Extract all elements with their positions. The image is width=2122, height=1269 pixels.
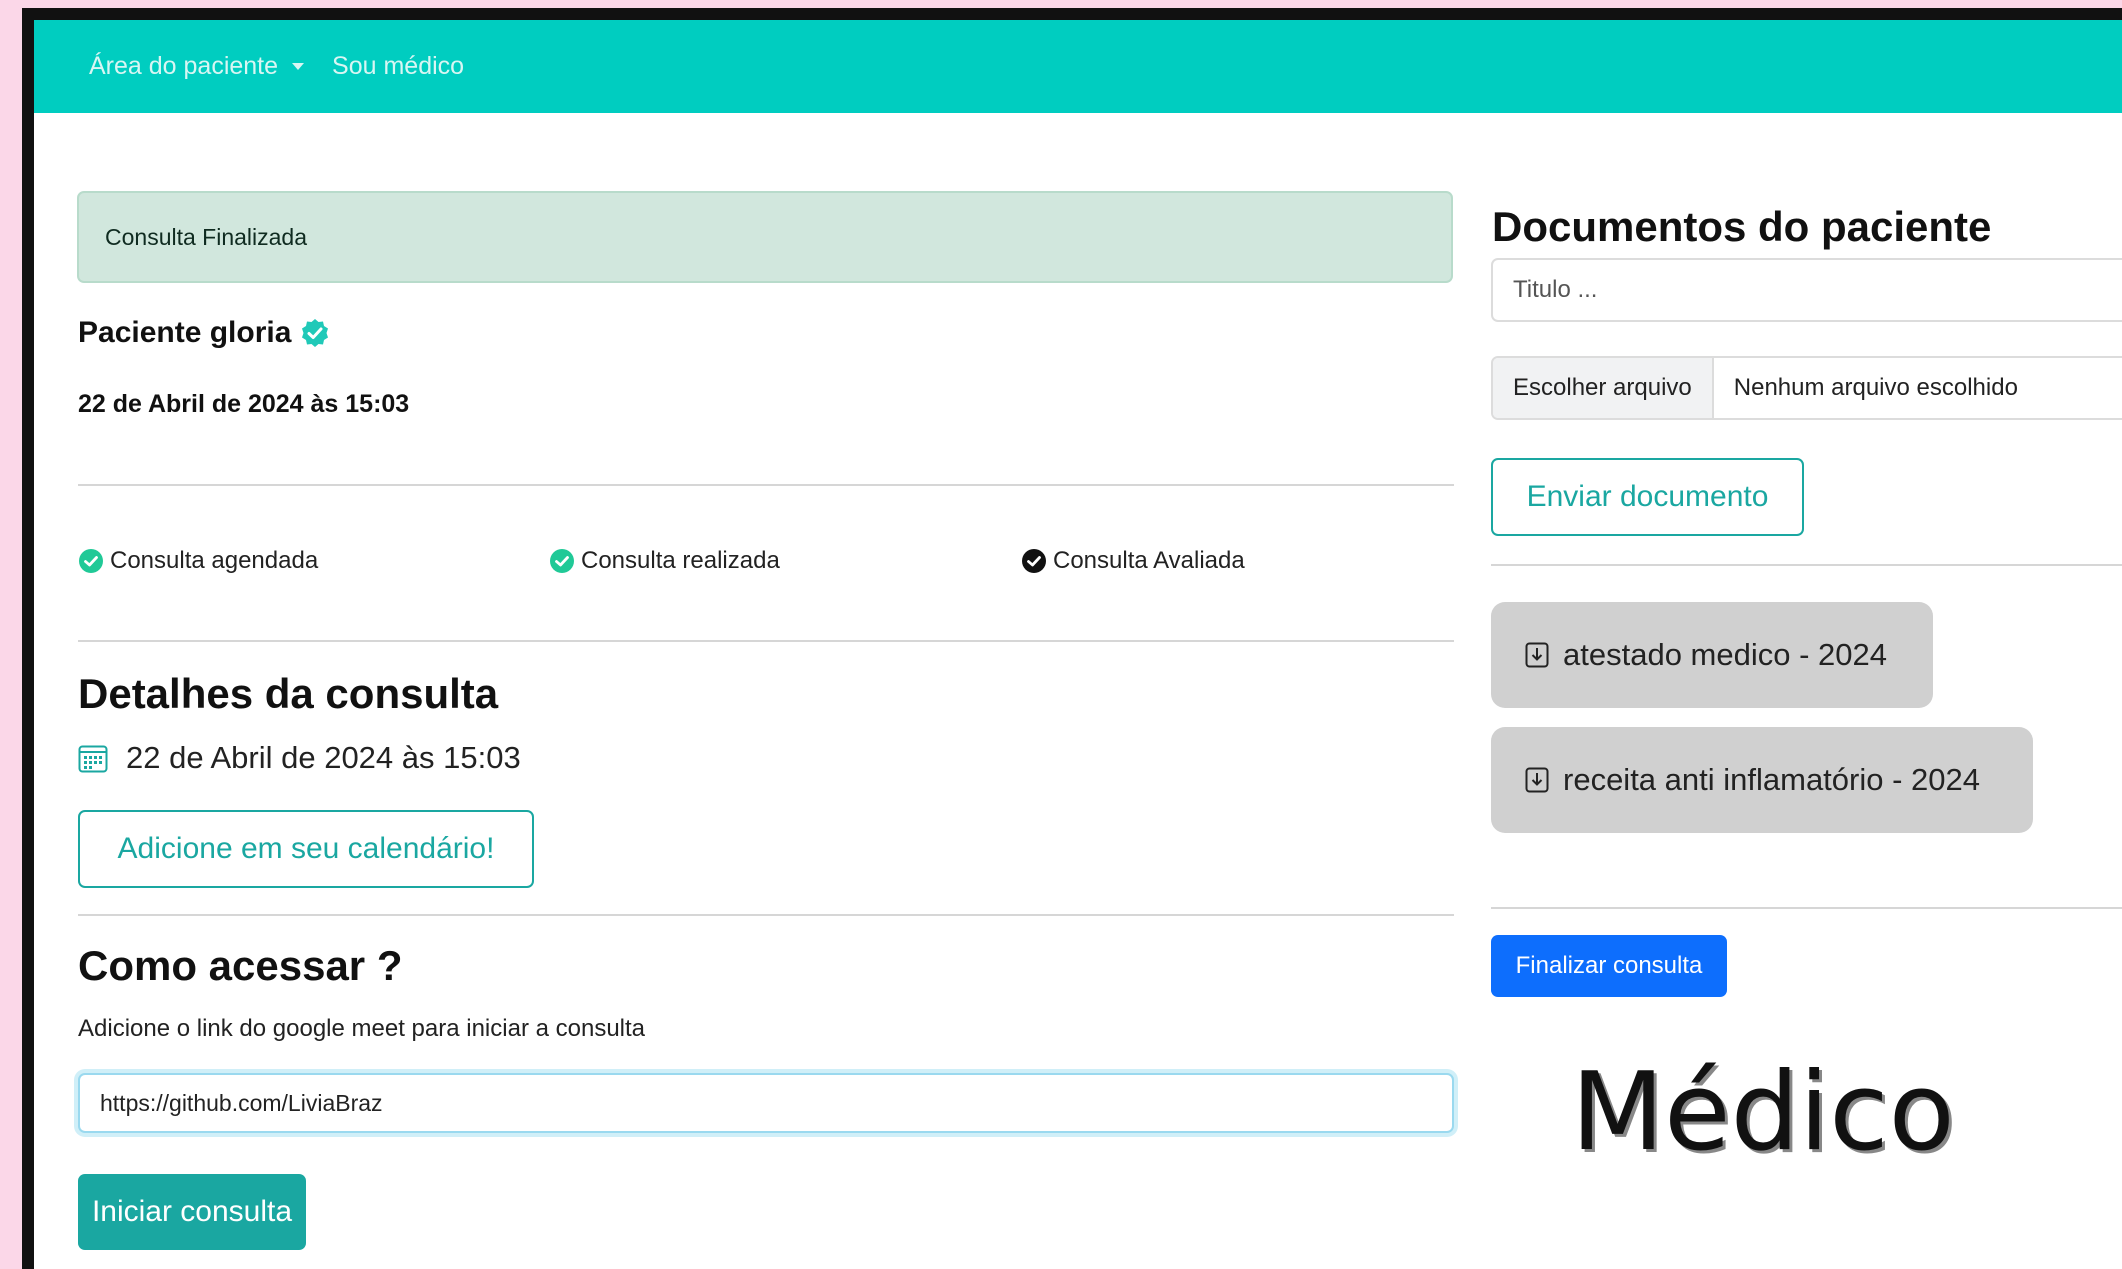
patient-name: Paciente gloria	[78, 316, 331, 350]
divider	[1491, 907, 2122, 909]
step-label: Consulta Avaliada	[1053, 547, 1245, 574]
status-alert: Consulta Finalizada	[77, 191, 1453, 283]
nav-patient-area-dropdown[interactable]: Área do paciente	[89, 52, 305, 81]
document-item-label: atestado medico - 2024	[1563, 637, 1887, 672]
verified-badge-icon	[302, 319, 329, 347]
file-download-icon	[1525, 642, 1549, 668]
check-circle-icon	[1022, 549, 1046, 573]
finish-consultation-button[interactable]: Finalizar consulta	[1491, 935, 1727, 997]
patient-name-text: Paciente gloria	[78, 316, 292, 349]
nav-doctor-link[interactable]: Sou médico	[332, 52, 464, 81]
divider	[78, 914, 1454, 916]
document-title-input[interactable]: Titulo ...	[1491, 258, 2122, 322]
send-document-button[interactable]: Enviar documento	[1491, 458, 1804, 536]
calendar-icon	[78, 745, 108, 773]
overlay-caption: Médico	[1571, 1050, 1955, 1175]
document-item[interactable]: atestado medico - 2024	[1491, 602, 1933, 708]
file-download-icon	[1525, 767, 1549, 793]
step-label: Consulta agendada	[110, 547, 319, 574]
document-item-label: receita anti inflamatório - 2024	[1563, 762, 1981, 797]
add-to-calendar-button[interactable]: Adicione em seu calendário!	[78, 810, 534, 888]
documents-heading: Documentos do paciente	[1492, 203, 1992, 250]
access-help-text: Adicione o link do google meet para inic…	[78, 1015, 646, 1042]
step-done: Consulta realizada	[549, 547, 780, 575]
access-heading: Como acessar ?	[78, 942, 403, 989]
start-consultation-button[interactable]: Iniciar consulta	[78, 1174, 306, 1250]
file-status-text: Nenhum arquivo escolhido	[1733, 374, 2018, 401]
details-datetime-text: 22 de Abril de 2024 às 15:03	[126, 740, 521, 775]
check-circle-icon	[79, 549, 103, 573]
caret-down-icon	[292, 63, 305, 70]
document-item[interactable]: receita anti inflamatório - 2024	[1491, 727, 2033, 833]
app-window: Área do paciente Sou médico Consulta Fin…	[22, 8, 2122, 1269]
progress-steps: Consulta agendada Consulta realizada Con…	[78, 547, 1454, 579]
nav-patient-area-label: Área do paciente	[89, 52, 279, 80]
check-circle-icon	[550, 549, 574, 573]
navbar: Área do paciente Sou médico	[34, 20, 2122, 113]
divider	[1491, 564, 2122, 566]
details-datetime: 22 de Abril de 2024 às 15:03	[78, 740, 521, 776]
divider	[78, 484, 1454, 486]
divider	[78, 640, 1454, 642]
meet-link-input[interactable]: https://github.com/LiviaBraz	[78, 1073, 1454, 1133]
file-input[interactable]: Escolher arquivo Nenhum arquivo escolhid…	[1491, 356, 2122, 420]
details-heading: Detalhes da consulta	[78, 670, 499, 717]
step-label: Consulta realizada	[581, 547, 780, 574]
appointment-datetime: 22 de Abril de 2024 às 15:03	[78, 390, 410, 418]
choose-file-button[interactable]: Escolher arquivo	[1493, 358, 1714, 418]
step-scheduled: Consulta agendada	[78, 547, 318, 575]
step-rated: Consulta Avaliada	[1021, 547, 1245, 575]
